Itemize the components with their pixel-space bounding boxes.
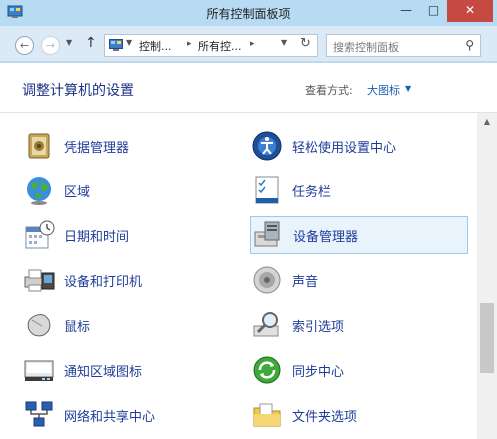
date-time-icon: [25, 220, 55, 249]
network-sharing-icon: [25, 401, 53, 427]
item-folder-options[interactable]: 文件夹选项: [250, 396, 468, 434]
item-label: 鼠标: [64, 319, 91, 335]
item-label: 轻松使用设置中心: [292, 140, 397, 156]
control-panel-window: 所有控制面板项 — □ ✕ ← → ▼ ↑ ▼ 控制... ▸ 所有控... ▸…: [0, 0, 497, 439]
search-placeholder: 搜索控制面板: [333, 41, 399, 54]
item-indexing-options[interactable]: 索引选项: [250, 306, 468, 344]
breadcrumb-separator-icon[interactable]: ▸: [187, 39, 192, 49]
close-button[interactable]: ✕: [447, 0, 493, 22]
maximize-button[interactable]: □: [420, 0, 447, 22]
notification-area-icon: [24, 360, 54, 381]
item-label: 任务栏: [292, 184, 332, 200]
vertical-scrollbar[interactable]: ▲: [477, 113, 497, 439]
devices-printers-icon: [24, 269, 55, 292]
item-network-sharing[interactable]: 网络和共享中心: [22, 396, 242, 434]
folder-options-icon: [253, 403, 281, 427]
indexing-options-icon: [253, 312, 279, 337]
scroll-up-icon[interactable]: ▲: [477, 117, 497, 126]
control-panel-location-icon: [109, 39, 123, 51]
forward-button[interactable]: →: [41, 36, 60, 55]
item-label: 区域: [64, 184, 91, 200]
item-label: 通知区域图标: [64, 364, 143, 380]
breadcrumb-all-items[interactable]: 所有控...: [198, 38, 242, 54]
item-region[interactable]: 区域: [22, 171, 242, 209]
navigation-bar: ← → ▼ ↑ ▼ 控制... ▸ 所有控... ▸ ▼ ↻ 搜索控制面板 ⚲: [0, 26, 497, 62]
item-label: 凭据管理器: [64, 140, 130, 156]
mouse-icon: [27, 314, 51, 337]
back-button[interactable]: ←: [15, 36, 34, 55]
credential-manager-icon: [28, 133, 50, 159]
up-button[interactable]: ↑: [85, 35, 97, 51]
region-globe-icon: [27, 177, 51, 205]
item-device-manager[interactable]: 设备管理器: [250, 216, 468, 254]
item-taskbar[interactable]: 任务栏: [250, 171, 468, 209]
view-by-label: 查看方式:: [305, 84, 353, 97]
minimize-button[interactable]: —: [392, 0, 420, 22]
device-manager-icon: [254, 221, 280, 247]
content-pane: 调整计算机的设置 查看方式: 大图标 ▼ 凭据管理器 轻松使用设置中心 区域 任…: [0, 63, 497, 439]
pane-header: 调整计算机的设置 查看方式: 大图标 ▼: [0, 63, 497, 113]
item-mouse[interactable]: 鼠标: [22, 306, 242, 344]
item-ease-of-access[interactable]: 轻松使用设置中心: [250, 127, 468, 165]
breadcrumb-separator-icon[interactable]: ▸: [250, 39, 255, 49]
chevron-down-icon[interactable]: ▼: [405, 84, 411, 93]
item-label: 设备和打印机: [64, 274, 143, 290]
ease-of-access-icon: [252, 131, 282, 161]
breadcrumb-control-panel[interactable]: 控制...: [139, 38, 172, 54]
address-dropdown-icon[interactable]: ▼: [126, 38, 132, 47]
item-date-time[interactable]: 日期和时间: [22, 216, 242, 254]
item-sound[interactable]: 声音: [250, 261, 468, 299]
view-by-dropdown[interactable]: 大图标: [367, 82, 400, 98]
address-history-dropdown-icon[interactable]: ▼: [281, 38, 287, 47]
scrollbar-thumb[interactable]: [480, 303, 494, 373]
item-label: 日期和时间: [64, 229, 130, 245]
recent-locations-dropdown[interactable]: ▼: [66, 38, 72, 47]
item-label: 同步中心: [292, 364, 345, 380]
item-label: 索引选项: [292, 319, 345, 335]
refresh-icon[interactable]: ↻: [300, 36, 311, 51]
item-label: 网络和共享中心: [64, 409, 156, 425]
taskbar-icon: [255, 176, 279, 204]
item-label: 设备管理器: [293, 229, 359, 245]
item-devices-printers[interactable]: 设备和打印机: [22, 261, 242, 299]
title-bar: 所有控制面板项 — □ ✕: [0, 0, 497, 26]
item-sync-center[interactable]: 同步中心: [250, 351, 468, 389]
item-label: 文件夹选项: [292, 409, 358, 425]
item-credential-manager[interactable]: 凭据管理器: [22, 127, 242, 165]
sync-center-icon: [253, 356, 281, 384]
item-label: 声音: [292, 274, 319, 290]
search-icon[interactable]: ⚲: [465, 38, 474, 52]
item-notification-area[interactable]: 通知区域图标: [22, 351, 242, 389]
address-bar[interactable]: ▼ 控制... ▸ 所有控... ▸ ▼ ↻: [104, 34, 318, 57]
page-title: 调整计算机的设置: [22, 83, 134, 99]
sound-speaker-icon: [253, 266, 281, 294]
search-input[interactable]: 搜索控制面板 ⚲: [326, 34, 481, 57]
